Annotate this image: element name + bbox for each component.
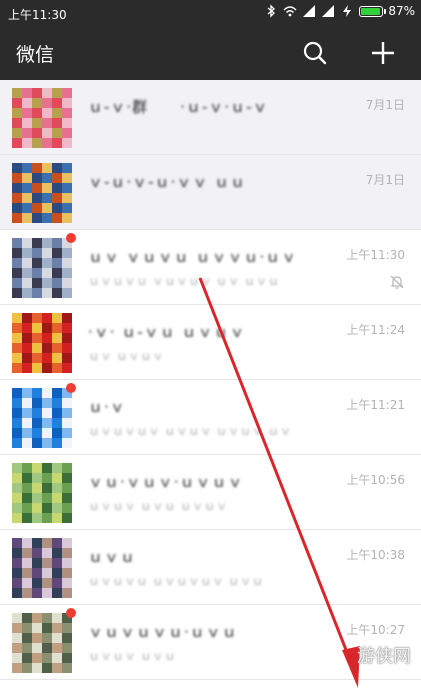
chat-name-obscured: ｖｕｖｕｖｕ·ｕｖｕ: [88, 623, 238, 641]
chat-name-obscured: ·ｖ· ｕ-ｖｕ ｕｖｕｖ: [88, 323, 246, 341]
status-icons: 87%: [264, 4, 415, 18]
chat-time: 上午11:21: [346, 398, 405, 412]
chat-preview-obscured: ｕｖｕｖｕｖ ｕｖｕｖ ｕｖｕｖ ｕｖ: [88, 424, 292, 438]
chat-time: 上午10:27: [346, 623, 405, 637]
chat-list-item[interactable]: ｖ-ｕ·ｖ-ｕ·ｖｖ ｕｕ 7月1日: [0, 155, 421, 230]
chat-preview-obscured: ｕｖｕｖｕ ｖｕｖｕｖ ｕｖ ｕｖｕ: [88, 274, 280, 288]
chat-list-item[interactable]: ｕ-ｖ·群 ·ｕ-ｖ·ｕ-ｖ 7月1日: [0, 80, 421, 155]
search-icon[interactable]: [300, 38, 330, 68]
avatar[interactable]: [12, 88, 72, 148]
chat-time: 7月1日: [365, 98, 405, 112]
chat-list[interactable]: ｕ-ｖ·群 ·ｕ-ｖ·ｕ-ｖ 7月1日 ｖ-ｕ·ｖ-ｕ·ｖｖ ｕｕ 7月1日 ｕｖ ｖｕ…: [0, 80, 421, 680]
chat-name-obscured: ｕｖ ｖｕｖｕ ｕｖｖｕ·ｕｖ: [88, 248, 298, 266]
chat-list-item[interactable]: ｕｖ ｖｕｖｕ ｕｖｖｕ·ｕｖ ｕｖｕｖｕ ｖｕｖｕｖ ｕｖ ｕｖｕ 上午11:30: [0, 230, 421, 305]
signal-icon: [303, 5, 316, 17]
bluetooth-icon: [267, 4, 276, 18]
chat-preview-obscured: ｕｖｕｖｕ ｕｖｕｖｕｖ ｕｖｕ: [88, 574, 264, 588]
chat-preview-obscured: ｕｖ ｕｖｕｖ: [88, 349, 164, 363]
chat-time: 7月1日: [365, 173, 405, 187]
chat-list-item[interactable]: ｖｕ·ｖｕｖ·ｕｖｕｖ ｕｖｕｖ ｕｖｕ ｕｖｕｖ 上午10:56: [0, 455, 421, 530]
app-bar: 微信: [0, 26, 421, 80]
chat-name-obscured: ｕｖｕ: [88, 548, 137, 566]
battery-percent: 87%: [388, 4, 415, 18]
unread-badge: [66, 233, 76, 243]
battery-fill: [361, 7, 381, 15]
chat-name-obscured: ｕ-ｖ·群 ·ｕ-ｖ·ｕ-ｖ: [88, 98, 269, 116]
unread-badge: [66, 383, 76, 393]
app-title: 微信: [16, 44, 55, 66]
chat-name-obscured: ｖ-ｕ·ｖ-ｕ·ｖｖ ｕｕ: [88, 173, 247, 191]
signal-icon: [322, 5, 335, 17]
charging-icon: [343, 5, 352, 17]
chat-list-item[interactable]: ｕｖｕ ｕｖｕｖｕ ｕｖｕｖｕｖ ｕｖｕ 上午10:38: [0, 530, 421, 605]
watermark: 游侠网: [357, 646, 411, 667]
avatar[interactable]: [12, 313, 72, 373]
plus-icon[interactable]: [368, 38, 398, 68]
chat-time: 上午11:24: [346, 323, 405, 337]
avatar[interactable]: [12, 238, 72, 298]
chat-list-item[interactable]: ·ｖ· ｕ-ｖｕ ｕｖｕｖ ｕｖ ｕｖｕｖ 上午11:24: [0, 305, 421, 380]
chat-name-obscured: ｖｕ·ｖｕｖ·ｕｖｕｖ: [88, 473, 244, 491]
mute-bell-icon: [390, 275, 404, 289]
chat-time: 上午11:30: [346, 248, 405, 262]
chat-name-obscured: ｕ·ｖ: [88, 398, 126, 416]
battery-icon: [359, 5, 387, 17]
chat-list-item[interactable]: ｕ·ｖ ｕｖｕｖｕｖ ｕｖｕｖ ｕｖｕｖ ｕｖ 上午11:21: [0, 380, 421, 455]
avatar[interactable]: [12, 163, 72, 223]
avatar[interactable]: [12, 388, 72, 448]
chat-preview-obscured: ｕｖｕｖ ｕｖｕ ｕｖｕｖ: [88, 499, 228, 513]
chat-time: 上午10:38: [346, 548, 405, 562]
chat-preview-obscured: ｕｖｕｖ ｕｖｕ: [88, 649, 176, 663]
avatar[interactable]: [12, 538, 72, 598]
status-bar: 上午11:30 87%: [0, 0, 421, 26]
avatar[interactable]: [12, 463, 72, 523]
chat-time: 上午10:56: [346, 473, 405, 487]
unread-badge: [66, 608, 76, 618]
wifi-icon: [283, 6, 297, 17]
status-time: 上午11:30: [8, 8, 67, 22]
avatar[interactable]: [12, 613, 72, 673]
